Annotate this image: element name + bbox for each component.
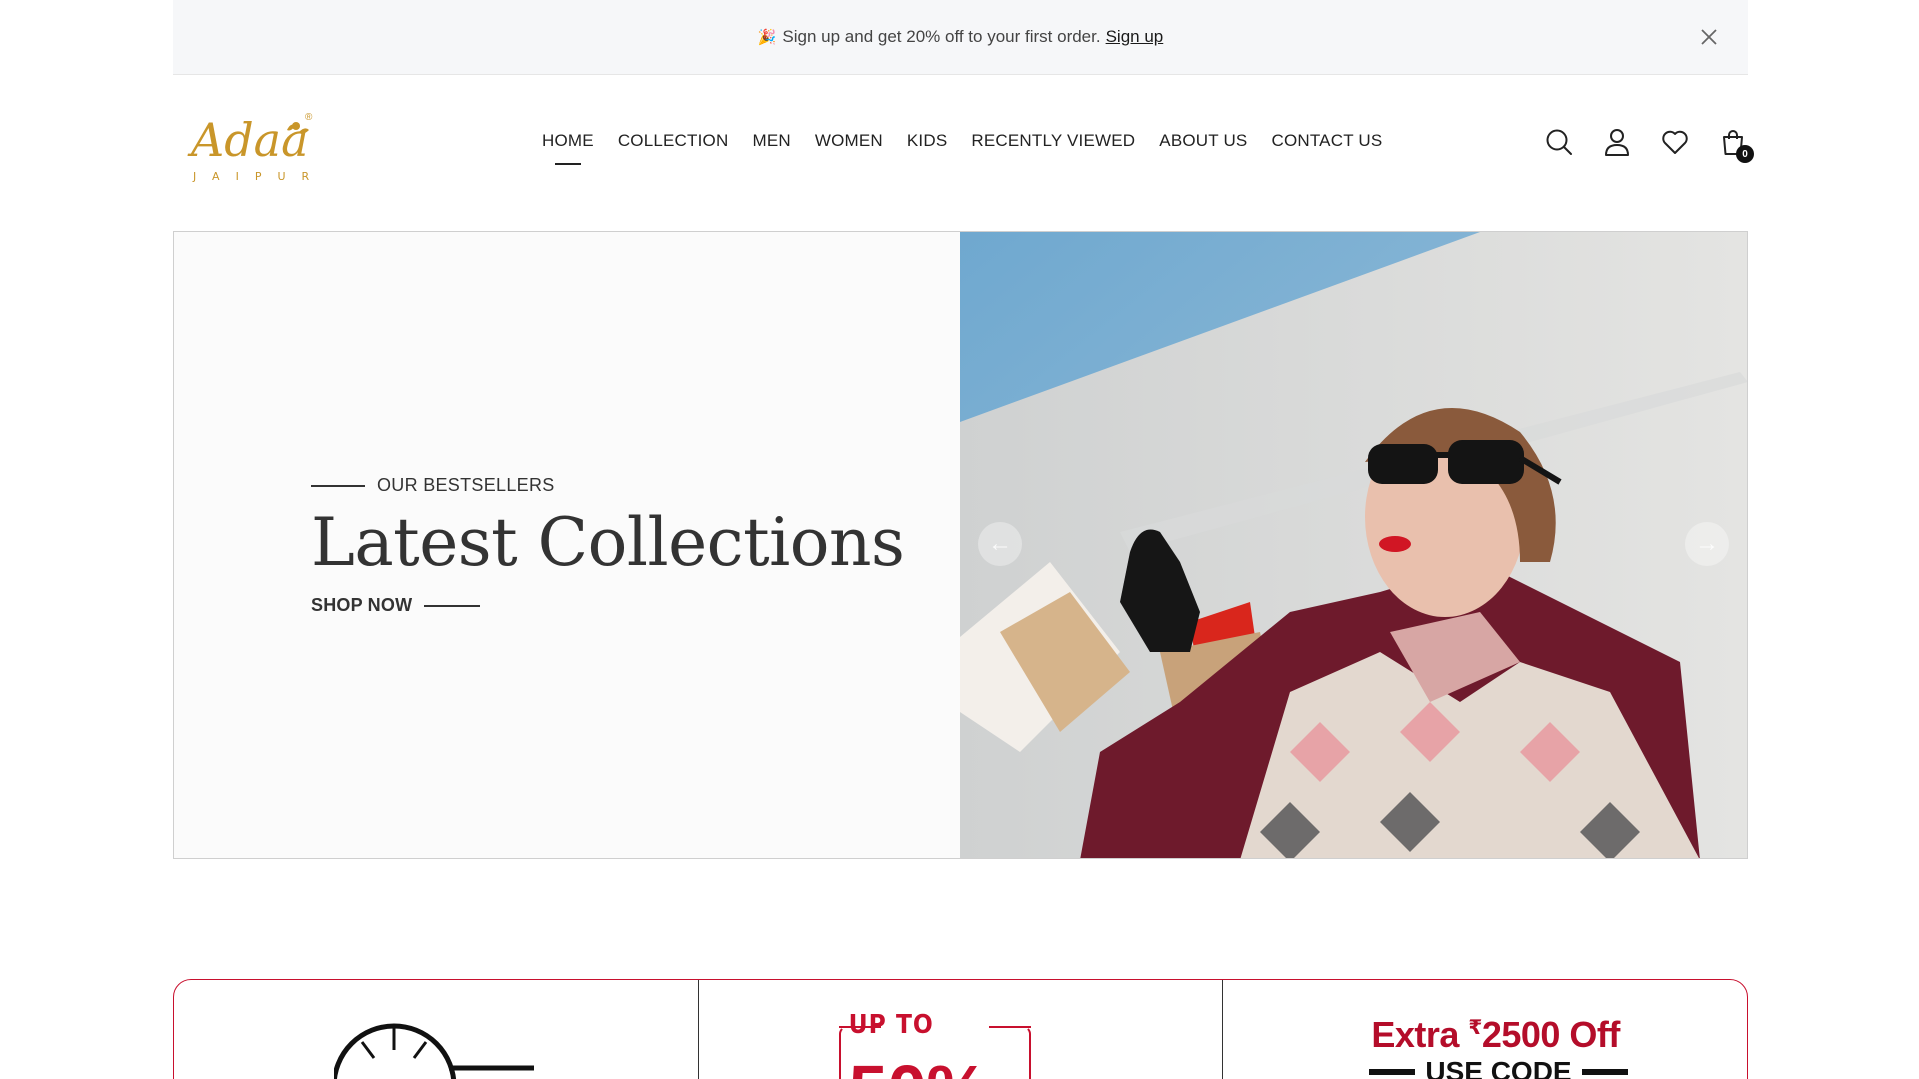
nav-men[interactable]: MEN bbox=[740, 131, 802, 151]
search-icon[interactable] bbox=[1544, 127, 1574, 157]
extra-label: Extra bbox=[1371, 1014, 1459, 1055]
promo-clock-col[interactable] bbox=[174, 980, 698, 1079]
shop-now-label: SHOP NOW bbox=[311, 595, 413, 615]
nav-recently-viewed[interactable]: RECENTLY VIEWED bbox=[959, 131, 1147, 151]
use-code: USE CODE bbox=[1369, 1056, 1628, 1079]
announcement-text: Sign up and get 20% off to your first or… bbox=[782, 27, 1101, 46]
signup-link[interactable]: Sign up bbox=[1106, 27, 1164, 47]
svg-text:Adaa: Adaa bbox=[187, 113, 309, 167]
promo-coupon-col[interactable]: Extra ₹2500 Off USE CODE bbox=[1222, 980, 1747, 1079]
rupee-sign: ₹ bbox=[1468, 1017, 1482, 1039]
use-code-bar-right bbox=[1581, 1069, 1628, 1075]
hero-photo bbox=[960, 232, 1747, 858]
party-popper-icon: 🎉 bbox=[757, 29, 777, 46]
nav-kids[interactable]: KIDS bbox=[895, 131, 959, 151]
slider-next-button[interactable]: → bbox=[1685, 522, 1729, 566]
close-icon[interactable] bbox=[1696, 24, 1722, 50]
hero-text-panel: OUR BESTSELLERS Latest Collections SHOP … bbox=[174, 232, 960, 858]
cart-count-badge: 0 bbox=[1736, 145, 1754, 163]
shop-now-link[interactable]: SHOP NOW bbox=[311, 595, 481, 616]
svg-text:JAIPUR: JAIPUR bbox=[192, 170, 325, 183]
nav-home[interactable]: HOME bbox=[530, 131, 606, 151]
brand-logo[interactable]: Adaa ® JAIPUR bbox=[187, 108, 327, 188]
nav-about-us[interactable]: ABOUT US bbox=[1147, 131, 1259, 151]
promo-strip: UP TO 50% Extra ₹2500 Off USE CODE bbox=[173, 979, 1748, 1079]
header-icons: 0 bbox=[1544, 127, 1754, 163]
user-icon[interactable] bbox=[1602, 127, 1632, 157]
cart-button[interactable]: 0 bbox=[1718, 127, 1754, 163]
slider-prev-button[interactable]: ← bbox=[978, 522, 1022, 566]
clock-icon bbox=[334, 1023, 534, 1079]
use-code-bar-left bbox=[1369, 1069, 1416, 1075]
shop-now-line bbox=[424, 604, 481, 607]
promo-discount-col[interactable]: UP TO 50% bbox=[697, 980, 1223, 1079]
extra-offer: Extra ₹2500 Off bbox=[1371, 1014, 1620, 1056]
heart-icon[interactable] bbox=[1660, 127, 1690, 157]
hero-title: Latest Collections bbox=[311, 504, 905, 581]
hero-image-panel: ← → bbox=[960, 232, 1747, 858]
nav-women[interactable]: WOMEN bbox=[803, 131, 895, 151]
nav-collection[interactable]: COLLECTION bbox=[606, 131, 741, 151]
hero-eyebrow: OUR BESTSELLERS bbox=[311, 475, 555, 496]
hero-slider: OUR BESTSELLERS Latest Collections SHOP … bbox=[173, 231, 1748, 859]
main-nav: HOME COLLECTION MEN WOMEN KIDS RECENTLY … bbox=[530, 131, 1394, 151]
extra-amount: 2500 Off bbox=[1481, 1014, 1621, 1055]
upto-label: UP TO bbox=[848, 1010, 934, 1040]
announcement-bar: 🎉 Sign up and get 20% off to your first … bbox=[173, 0, 1748, 75]
discount-value: 50% bbox=[849, 1050, 989, 1079]
use-code-label: USE CODE bbox=[1425, 1056, 1572, 1079]
eyebrow-line bbox=[311, 484, 365, 487]
site-header: Adaa ® JAIPUR HOME COLLECTION MEN WOMEN … bbox=[173, 75, 1754, 230]
eyebrow-text: OUR BESTSELLERS bbox=[377, 475, 555, 495]
nav-contact-us[interactable]: CONTACT US bbox=[1259, 131, 1394, 151]
svg-text:®: ® bbox=[305, 112, 313, 123]
